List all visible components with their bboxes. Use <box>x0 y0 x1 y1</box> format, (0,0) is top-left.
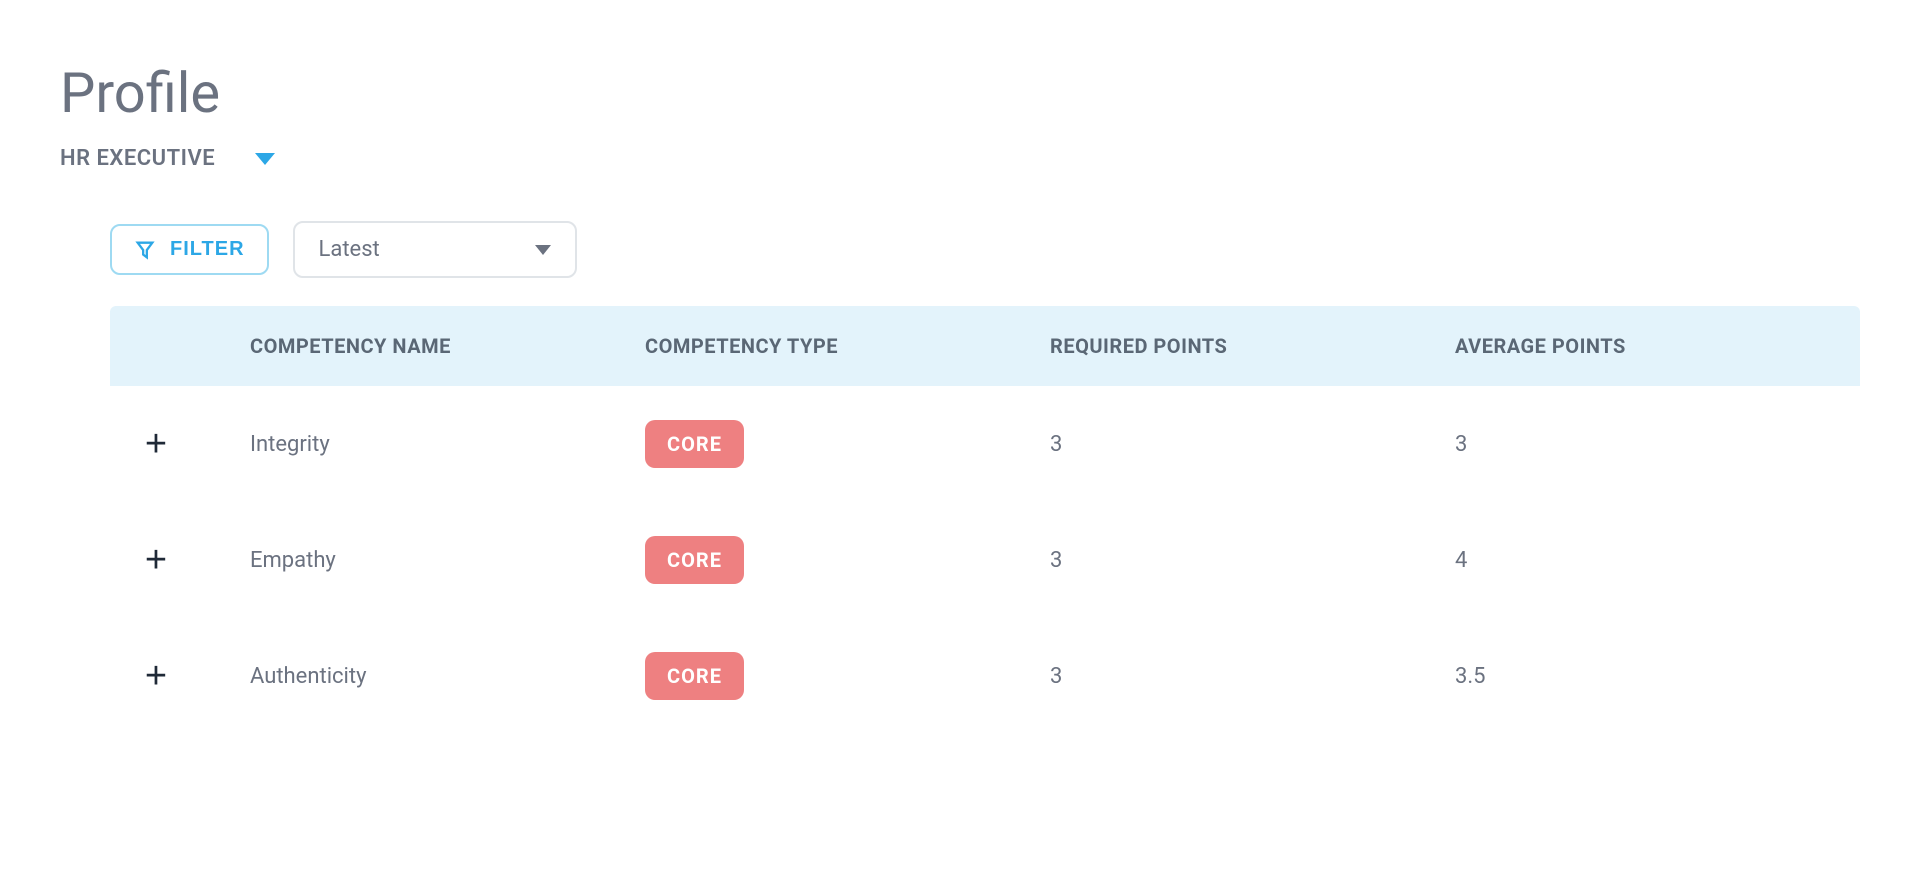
required-points: 3 <box>1050 548 1455 573</box>
required-points: 3 <box>1050 432 1455 457</box>
plus-icon: + <box>145 657 167 695</box>
required-points: 3 <box>1050 664 1455 689</box>
table-row: + Authenticity CORE 3 3.5 <box>110 618 1860 734</box>
plus-icon: + <box>145 425 167 463</box>
filter-button-label: FILTER <box>170 238 245 261</box>
role-select[interactable]: HR EXECUTIVE <box>60 146 275 171</box>
table-row: + Empathy CORE 3 4 <box>110 502 1860 618</box>
table-row: + Integrity CORE 3 3 <box>110 386 1860 502</box>
caret-down-icon <box>255 153 275 165</box>
filter-icon <box>134 239 156 261</box>
competency-type-badge: CORE <box>645 536 744 584</box>
average-points: 4 <box>1455 548 1860 573</box>
competency-type-badge: CORE <box>645 652 744 700</box>
average-points: 3 <box>1455 432 1860 457</box>
column-header-type: COMPETENCY TYPE <box>645 334 1050 358</box>
sort-select-label: Latest <box>319 237 380 262</box>
average-points: 3.5 <box>1455 664 1860 689</box>
competency-name: Authenticity <box>240 664 645 689</box>
expand-row-button[interactable]: + <box>138 426 174 462</box>
plus-icon: + <box>145 541 167 579</box>
column-header-required: REQUIRED POINTS <box>1050 334 1455 358</box>
toolbar: FILTER Latest <box>110 221 1860 278</box>
expand-row-button[interactable]: + <box>138 542 174 578</box>
competency-name: Empathy <box>240 548 645 573</box>
filter-button[interactable]: FILTER <box>110 224 269 275</box>
page-title: Profile <box>60 60 1860 126</box>
column-header-expand <box>110 334 240 358</box>
role-select-label: HR EXECUTIVE <box>60 146 215 171</box>
sort-select[interactable]: Latest <box>293 221 577 278</box>
column-header-average: AVERAGE POINTS <box>1455 334 1860 358</box>
content-area: FILTER Latest COMPETENCY NAME COMPETENCY… <box>110 221 1860 734</box>
table-header: COMPETENCY NAME COMPETENCY TYPE REQUIRED… <box>110 306 1860 386</box>
column-header-name: COMPETENCY NAME <box>240 334 645 358</box>
competency-table: COMPETENCY NAME COMPETENCY TYPE REQUIRED… <box>110 306 1860 734</box>
competency-type-badge: CORE <box>645 420 744 468</box>
competency-name: Integrity <box>240 432 645 457</box>
expand-row-button[interactable]: + <box>138 658 174 694</box>
caret-down-icon <box>535 245 551 255</box>
